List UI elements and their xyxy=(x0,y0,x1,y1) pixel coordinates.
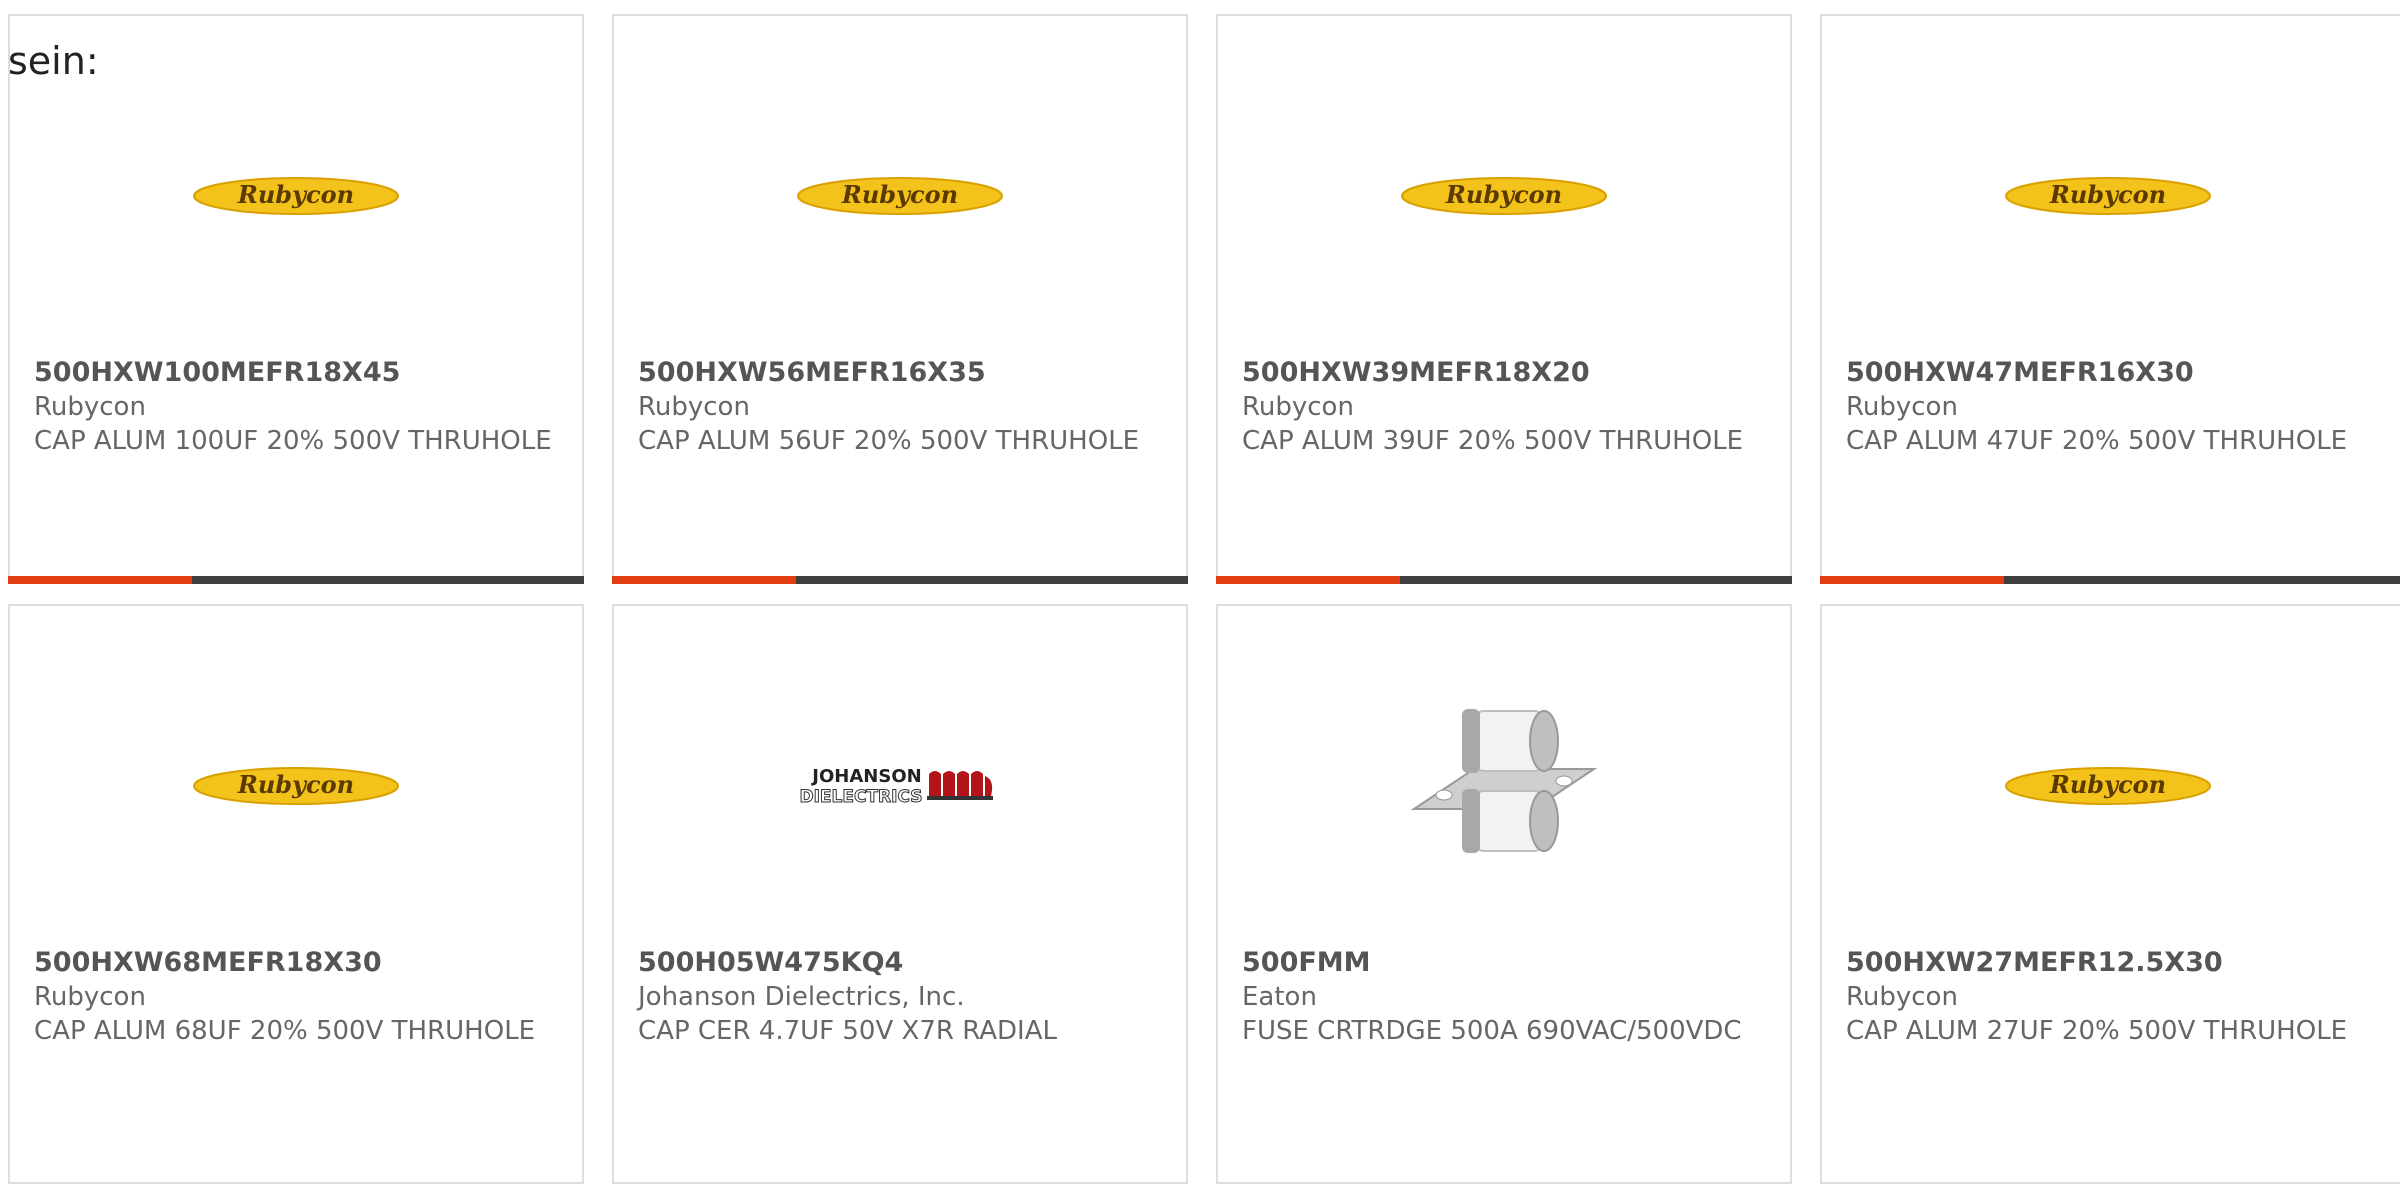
manufacturer: Rubycon xyxy=(638,392,750,422)
svg-text:Rubycon: Rubycon xyxy=(237,770,354,799)
fuse-product-image xyxy=(1218,676,1790,886)
card-bar xyxy=(8,576,584,584)
manufacturer: Johanson Dielectrics, Inc. xyxy=(638,982,965,1012)
product-card[interactable]: Rubycon 500HXW39MEFR18X20 Rubycon CAP AL… xyxy=(1216,14,1792,584)
description: CAP CER 4.7UF 50V X7R RADIAL xyxy=(638,1016,1057,1046)
description: CAP ALUM 47UF 20% 500V THRUHOLE xyxy=(1846,426,2348,456)
rubycon-logo: Rubycon xyxy=(1218,126,1790,266)
part-number[interactable]: 500HXW56MEFR16X35 xyxy=(638,356,1166,390)
svg-text:Rubycon: Rubycon xyxy=(1445,180,1562,209)
manufacturer: Rubycon xyxy=(1846,982,1958,1012)
rubycon-logo: Rubycon xyxy=(10,126,582,266)
manufacturer: Rubycon xyxy=(34,392,146,422)
product-card[interactable]: JOHANSON DIELECTRICS 500H05W475KQ4 Johan… xyxy=(612,604,1188,1184)
part-number[interactable]: 500FMM xyxy=(1242,946,1770,980)
part-number[interactable]: 500HXW39MEFR18X20 xyxy=(1242,356,1770,390)
rubycon-logo: Rubycon xyxy=(1822,716,2394,856)
rubycon-logo: Rubycon xyxy=(1822,126,2394,266)
product-card[interactable]: Rubycon 500HXW100MEFR18X45 Rubycon CAP A… xyxy=(8,14,584,584)
description: FUSE CRTRDGE 500A 690VAC/500VDC xyxy=(1242,1016,1742,1046)
johanson-logo: JOHANSON DIELECTRICS xyxy=(614,716,1186,856)
intro-text: sein: xyxy=(8,39,99,83)
svg-text:Rubycon: Rubycon xyxy=(2049,180,2166,209)
description: CAP ALUM 56UF 20% 500V THRUHOLE xyxy=(638,426,1140,456)
part-number[interactable]: 500HXW27MEFR12.5X30 xyxy=(1846,946,2388,980)
description: CAP ALUM 100UF 20% 500V THRUHOLE xyxy=(34,426,552,456)
product-card[interactable]: Rubycon 500HXW27MEFR12.5X30 Rubycon CAP … xyxy=(1820,604,2400,1184)
svg-text:Rubycon: Rubycon xyxy=(237,180,354,209)
manufacturer: Eaton xyxy=(1242,982,1317,1012)
svg-text:Rubycon: Rubycon xyxy=(841,180,958,209)
product-card[interactable]: Rubycon 500HXW47MEFR16X30 Rubycon CAP AL… xyxy=(1820,14,2400,584)
manufacturer: Rubycon xyxy=(1846,392,1958,422)
product-card[interactable]: Rubycon 500HXW68MEFR18X30 Rubycon CAP AL… xyxy=(8,604,584,1184)
card-bar xyxy=(1216,576,1792,584)
manufacturer: Rubycon xyxy=(34,982,146,1012)
part-number[interactable]: 500HXW100MEFR18X45 xyxy=(34,356,562,390)
part-number[interactable]: 500H05W475KQ4 xyxy=(638,946,1166,980)
part-number[interactable]: 500HXW68MEFR18X30 xyxy=(34,946,562,980)
description: CAP ALUM 27UF 20% 500V THRUHOLE xyxy=(1846,1016,2348,1046)
svg-text:JOHANSON: JOHANSON xyxy=(810,766,921,787)
svg-text:DIELECTRICS: DIELECTRICS xyxy=(799,787,922,807)
product-grid: Rubycon 500HXW100MEFR18X45 Rubycon CAP A… xyxy=(0,0,2400,1184)
card-bar xyxy=(1820,576,2400,584)
rubycon-logo: Rubycon xyxy=(614,126,1186,266)
card-bar xyxy=(612,576,1188,584)
rubycon-logo: Rubycon xyxy=(10,716,582,856)
product-card[interactable]: Rubycon 500HXW56MEFR16X35 Rubycon CAP AL… xyxy=(612,14,1188,584)
part-number[interactable]: 500HXW47MEFR16X30 xyxy=(1846,356,2388,390)
product-card[interactable]: 500FMM Eaton FUSE CRTRDGE 500A 690VAC/50… xyxy=(1216,604,1792,1184)
manufacturer: Rubycon xyxy=(1242,392,1354,422)
svg-text:Rubycon: Rubycon xyxy=(2049,770,2166,799)
description: CAP ALUM 39UF 20% 500V THRUHOLE xyxy=(1242,426,1744,456)
description: CAP ALUM 68UF 20% 500V THRUHOLE xyxy=(34,1016,536,1046)
